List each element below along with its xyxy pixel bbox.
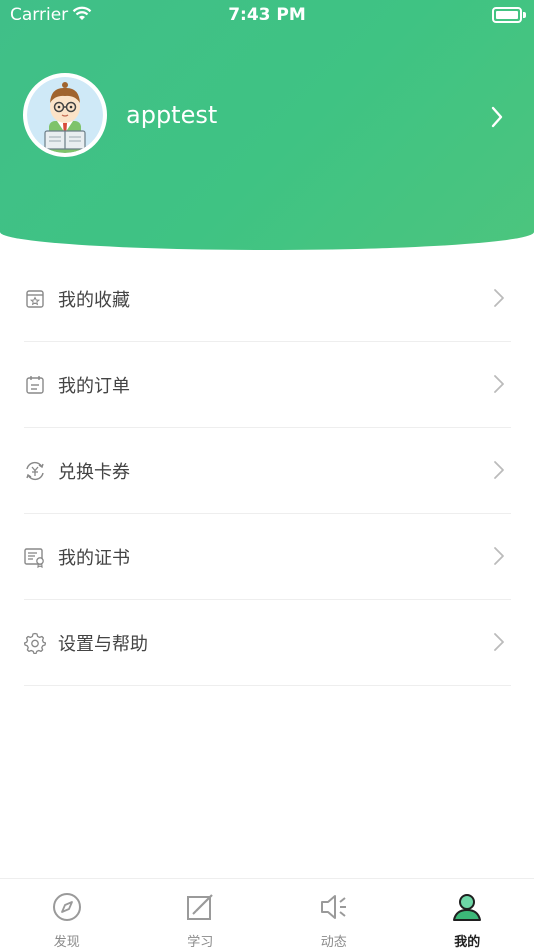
favorites-icon [24,288,46,310]
menu-item-coupons[interactable]: 兑换卡券 [24,428,511,514]
chevron-right-icon [493,460,505,484]
settings-icon [24,632,46,654]
tab-study[interactable]: 学习 [134,879,268,951]
menu-item-settings[interactable]: 设置与帮助 [24,600,511,686]
tab-mine[interactable]: 我的 [401,879,534,951]
menu-item-label: 我的证书 [58,544,130,570]
compass-icon [51,891,83,923]
tab-discover[interactable]: 发现 [0,879,134,951]
orders-icon [24,374,46,396]
menu-item-label: 我的订单 [58,372,130,398]
menu-list: 我的收藏 我的订单 [24,256,511,686]
tab-label: 学习 [134,931,268,950]
chevron-right-icon[interactable] [490,106,504,132]
battery-icon [492,7,522,23]
user-icon [451,891,483,923]
menu-item-favorites[interactable]: 我的收藏 [24,256,511,342]
clock: 7:43 PM [0,5,534,25]
profile-header: Carrier 7:43 PM [0,0,534,250]
menu-item-certificates[interactable]: 我的证书 [24,514,511,600]
status-bar: Carrier 7:43 PM [0,0,534,30]
menu-item-label: 设置与帮助 [58,630,148,656]
username[interactable]: apptest [126,101,217,129]
chevron-right-icon [493,546,505,570]
chevron-right-icon [493,374,505,398]
speaker-icon [318,891,350,923]
tab-label: 动态 [267,931,401,950]
avatar[interactable] [23,73,107,157]
menu-item-label: 我的收藏 [58,286,130,312]
menu-item-label: 兑换卡券 [58,458,130,484]
chevron-right-icon [493,288,505,312]
coupon-exchange-icon [24,460,46,482]
tab-feed[interactable]: 动态 [267,879,401,951]
menu-item-orders[interactable]: 我的订单 [24,342,511,428]
edit-note-icon [184,891,216,923]
chevron-right-icon [493,632,505,656]
tab-bar: 发现 学习 动态 [0,878,534,951]
avatar-illustration [27,77,103,153]
tab-label: 发现 [0,931,134,950]
tab-label: 我的 [401,931,534,950]
certificate-icon [24,546,46,568]
